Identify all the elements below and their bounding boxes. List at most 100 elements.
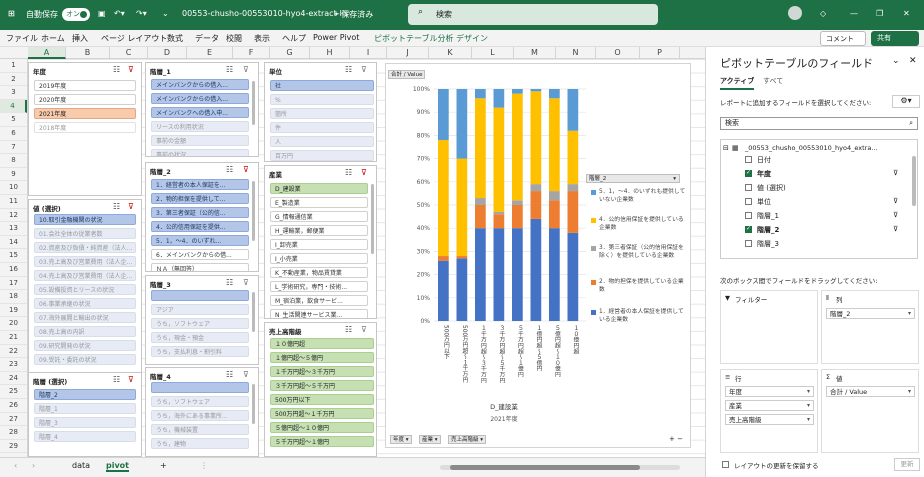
slicer-item-selected[interactable]: 2．物的担保を提供して... xyxy=(151,193,249,204)
row-field-item[interactable]: 売上高階級 xyxy=(725,414,814,425)
restore-icon[interactable]: ❐ xyxy=(876,9,883,18)
row-header[interactable]: 16 xyxy=(0,263,27,277)
clear-filter-icon[interactable]: ⊽ xyxy=(361,168,367,177)
row-field-item[interactable]: 産業 xyxy=(725,400,814,411)
row-header[interactable]: 18 xyxy=(0,290,27,304)
menu-data[interactable]: データ xyxy=(195,33,219,44)
menu-page-layout[interactable]: ページ レイアウト xyxy=(101,33,167,44)
slicer-item[interactable]: うち，現金・預金 xyxy=(151,332,249,343)
slicer-item-selected[interactable]: D_建設業 xyxy=(270,183,368,194)
field-label[interactable]: 階層_3 xyxy=(757,239,779,249)
multiselect-icon[interactable]: ☷ xyxy=(345,168,352,177)
slicer-item[interactable]: メインバンクからの借入... xyxy=(151,93,249,104)
slicer-kaiso2[interactable]: 階層_2 ☷ ⊽ 1．経営者の本人保証を... 2．物的担保を提供して... 3… xyxy=(145,162,259,272)
column-header[interactable]: B xyxy=(66,47,110,59)
sheet-tab-data[interactable]: data xyxy=(72,461,90,470)
row-header[interactable]: 20 xyxy=(0,317,27,331)
field-search-input[interactable]: 検索 ⌕ xyxy=(720,117,918,130)
slicer-uriage[interactable]: 売上高階級 ☷ ⊽ １０億円超 １億円超～５億円 １千万円超～３千万円 ３千万円… xyxy=(264,322,377,457)
field-checkbox[interactable] xyxy=(745,184,752,191)
slicer-kaiso4[interactable]: 階層_4 ☷ ⊽ うち，ソフトウェア うち，海外にある事業所... うち，機械装… xyxy=(145,367,259,457)
slicer-scrollbar[interactable] xyxy=(371,184,374,254)
field-label[interactable]: 日付 xyxy=(757,155,771,165)
slicer-item[interactable]: 05.設備投資とリースの状況 xyxy=(34,284,136,295)
slicer-item[interactable] xyxy=(151,382,249,393)
column-header[interactable]: G xyxy=(270,47,310,59)
filter-icon[interactable]: ⊽ xyxy=(361,65,367,74)
slicer-kaiso1[interactable]: 階層_1 ☷ ⊽ メインバンクからの借入... メインバンクからの借入... メ… xyxy=(145,62,259,157)
menu-insert[interactable]: 挿入 xyxy=(72,33,88,44)
pivot-chart[interactable]: 合計 / Value 0% 10% 20% 30% 40% 50% 60% 70% 80% 90%… xyxy=(385,63,691,448)
field-label[interactable]: 値 (選択) xyxy=(757,183,786,193)
row-header[interactable]: 9 xyxy=(0,168,27,182)
close-icon[interactable]: ✕ xyxy=(903,9,910,18)
update-button[interactable]: 更新 xyxy=(894,458,920,471)
slicer-item[interactable]: 2019年度 xyxy=(34,80,136,91)
field-checkbox[interactable] xyxy=(745,225,752,233)
menu-review[interactable]: 校閲 xyxy=(226,33,242,44)
slicer-item[interactable]: １０億円超 xyxy=(270,338,374,349)
scrollbar-thumb[interactable] xyxy=(450,465,640,470)
row-header[interactable]: 23 xyxy=(0,358,27,372)
area-values[interactable]: Σ 値 合計 / Value xyxy=(821,369,919,453)
defer-update-checkbox[interactable] xyxy=(722,461,729,468)
row-header[interactable]: 4 xyxy=(0,99,27,114)
row-header[interactable]: 13 xyxy=(0,222,27,236)
slicer-item[interactable]: ５千万円超～１億円 xyxy=(270,436,374,447)
slicer-item[interactable]: 09.受託・委託の状況 xyxy=(34,354,136,365)
column-header[interactable]: D xyxy=(148,47,187,59)
field-label[interactable]: 階層_1 xyxy=(757,211,779,221)
sheet-tab-pivot[interactable]: pivot xyxy=(106,461,130,472)
row-header[interactable]: 2 xyxy=(0,73,27,87)
column-header[interactable]: E xyxy=(187,47,233,59)
field-list-scrollbar[interactable] xyxy=(912,156,916,206)
slicer-item[interactable]: I_小売業 xyxy=(270,253,368,264)
settings-gear-icon[interactable]: ⚙▾ xyxy=(892,95,920,108)
row-header[interactable]: 15 xyxy=(0,249,27,263)
menu-design[interactable]: デザイン xyxy=(456,33,488,44)
slicer-item[interactable]: 07.海外展開と輸出の状況 xyxy=(34,312,136,323)
tab-scroll-left-icon[interactable]: ‹ xyxy=(14,461,17,470)
menu-formulas[interactable]: 数式 xyxy=(167,33,183,44)
area-filter[interactable]: ▼ フィルター xyxy=(720,290,818,364)
slicer-item[interactable]: １千万円超～３千万円 xyxy=(270,366,374,377)
qat-more-icon[interactable]: ⌄ xyxy=(162,9,169,18)
tab-scroll-right-icon[interactable]: › xyxy=(32,461,35,470)
row-header[interactable]: 17 xyxy=(0,277,27,291)
slicer-item[interactable]: 04.売上高及び営業費用（法人企... xyxy=(34,270,136,281)
column-header[interactable]: N xyxy=(556,47,596,59)
multiselect-icon[interactable]: ☷ xyxy=(113,375,120,384)
slicer-item[interactable]: % xyxy=(270,94,374,105)
file-name[interactable]: 00553-chusho-00553010-hyo4-extract-lis··… xyxy=(182,9,356,18)
slicer-item[interactable]: ５億円超～１０億円 xyxy=(270,422,374,433)
slicer-item[interactable]: 500万円超～１千万円 xyxy=(270,408,374,419)
redo-icon[interactable]: ↷▾ xyxy=(136,9,147,18)
field-checkbox[interactable] xyxy=(745,212,752,219)
save-icon[interactable]: ▣ xyxy=(98,9,106,18)
slicer-item-selected[interactable]: 10.取引金融機関の状況 xyxy=(34,214,136,225)
multiselect-icon[interactable]: ☷ xyxy=(345,65,352,74)
slicer-item[interactable]: H_運輸業，郵便業 xyxy=(270,225,368,236)
field-filter-icon[interactable]: ⊽ xyxy=(893,169,898,177)
slicer-item[interactable]: うち，海外にある事業所... xyxy=(151,410,249,421)
field-label[interactable]: 階層_2 xyxy=(757,225,779,235)
slicer-tani[interactable]: 単位 ☷ ⊽ 社 % 箇所 件 人 百万円 xyxy=(264,62,377,162)
column-header[interactable]: K xyxy=(429,47,472,59)
value-field-item[interactable]: 合計 / Value xyxy=(826,386,915,397)
row-header[interactable]: 14 xyxy=(0,236,27,250)
row-header[interactable]: 28 xyxy=(0,426,27,440)
multiselect-icon[interactable]: ☷ xyxy=(226,65,233,74)
column-header[interactable]: J xyxy=(387,47,429,59)
zoom-buttons[interactable]: + − xyxy=(669,435,683,443)
row-header[interactable]: 24 xyxy=(0,372,27,386)
row-header[interactable]: 5 xyxy=(0,113,27,127)
pane-close-icon[interactable]: ✕ xyxy=(909,56,917,66)
column-header[interactable]: O xyxy=(596,47,640,59)
row-field-item[interactable]: 年度 xyxy=(725,386,814,397)
slicer-item-selected[interactable]: 階層_2 xyxy=(34,389,136,400)
slicer-item[interactable]: 事前の状況 xyxy=(151,149,249,156)
row-header[interactable]: 27 xyxy=(0,413,27,427)
menu-help[interactable]: ヘルプ xyxy=(282,33,306,44)
slicer-item[interactable]: 06.事業承継の状況 xyxy=(34,298,136,309)
slicer-item[interactable]: 02.資産及び負債・純資産（法人... xyxy=(34,242,136,253)
